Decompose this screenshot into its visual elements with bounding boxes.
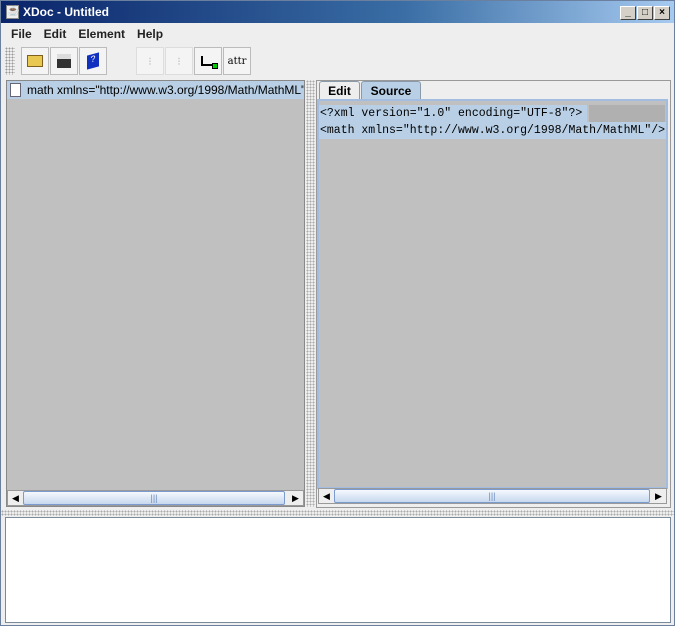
menu-help[interactable]: Help <box>131 27 169 41</box>
source-line: <math xmlns="http://www.w3.org/1998/Math… <box>319 122 666 139</box>
tree-horizontal-scrollbar[interactable]: ◀ ||| ▶ <box>7 490 304 506</box>
save-disk-icon <box>57 54 71 68</box>
tree-panel <box>6 80 305 507</box>
move-down-icon: ⁝ <box>177 55 181 68</box>
message-panel[interactable] <box>5 517 671 623</box>
tree-node-math[interactable]: math xmlns="http://www.w3.org/1998/Math/… <box>7 81 304 99</box>
source-view[interactable] <box>317 99 668 489</box>
toolbar: ? ⁝ ⁝ attr <box>5 45 569 77</box>
menu-element[interactable]: Element <box>72 27 131 41</box>
scroll-left-arrow[interactable]: ◀ <box>8 491 23 505</box>
menu-bar: File Edit Element Help <box>1 23 674 45</box>
horizontal-split-divider[interactable] <box>1 510 674 516</box>
move-up-icon: ⁝ <box>148 55 152 68</box>
window-title: XDoc - Untitled <box>23 5 109 19</box>
attributes-button[interactable]: attr <box>223 47 251 75</box>
scroll-right-arrow[interactable]: ▶ <box>288 491 303 505</box>
open-button[interactable] <box>21 47 49 75</box>
help-book-icon: ? <box>87 52 99 70</box>
java-app-icon: ☕ <box>6 5 20 19</box>
help-button[interactable]: ? <box>79 47 107 75</box>
toolbar-grip[interactable] <box>5 47 15 75</box>
source-horizontal-scrollbar[interactable]: ◀ ||| ▶ <box>318 488 667 504</box>
maximize-button[interactable]: □ <box>637 6 653 20</box>
open-folder-icon <box>27 55 43 67</box>
tree-node-label: math xmlns="http://www.w3.org/1998/Math/… <box>27 83 304 97</box>
source-line: <?xml version="1.0" encoding="UTF-8"?> <box>319 105 665 122</box>
scroll-thumb[interactable]: ||| <box>334 489 650 503</box>
document-icon <box>10 83 21 97</box>
save-button[interactable] <box>50 47 78 75</box>
close-button[interactable]: × <box>654 6 670 20</box>
move-down-button[interactable]: ⁝ <box>165 47 193 75</box>
minimize-button[interactable]: _ <box>620 6 636 20</box>
title-bar: ☕ XDoc - Untitled _ □ × <box>1 1 674 23</box>
tab-edit[interactable]: Edit <box>319 81 360 100</box>
tab-source[interactable]: Source <box>361 81 421 100</box>
menu-edit[interactable]: Edit <box>38 27 73 41</box>
scroll-right-arrow[interactable]: ▶ <box>651 489 666 503</box>
scroll-left-arrow[interactable]: ◀ <box>319 489 334 503</box>
move-up-button[interactable]: ⁝ <box>136 47 164 75</box>
menu-file[interactable]: File <box>5 27 38 41</box>
add-child-button[interactable] <box>194 47 222 75</box>
vertical-split-divider[interactable] <box>306 80 315 507</box>
scroll-thumb[interactable]: ||| <box>23 491 285 505</box>
add-child-icon <box>201 56 218 69</box>
